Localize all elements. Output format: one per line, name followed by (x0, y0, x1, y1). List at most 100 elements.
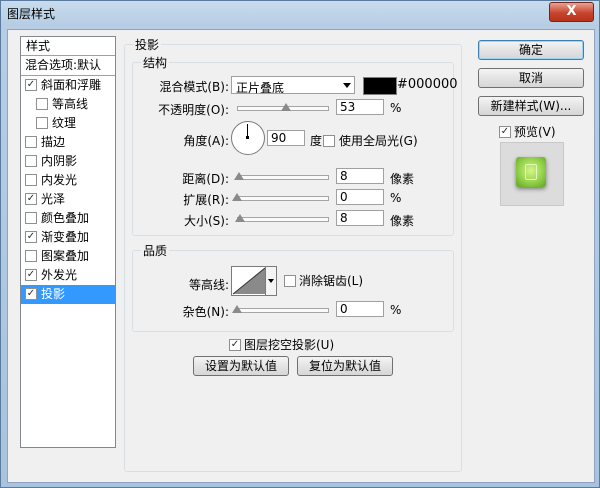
style-item-contour[interactable]: 等高线 (21, 95, 115, 114)
style-item-label: 斜面和浮雕 (41, 78, 102, 92)
style-preview (500, 142, 564, 206)
noise-input[interactable]: 0 (336, 301, 384, 317)
style-item-label: 渐变叠加 (41, 230, 90, 244)
slider-track (237, 308, 329, 313)
style-item-label: 外发光 (41, 268, 78, 282)
style-item-gradient-overlay[interactable]: ✓ 渐变叠加 (21, 228, 115, 247)
quality-group: 品质 等高线: 消除锯齿(L) 杂色(N): 0 % (132, 242, 454, 332)
slider-thumb[interactable] (232, 193, 242, 201)
color-overlay-checkbox[interactable] (25, 211, 37, 224)
structure-group-title: 结构 (141, 54, 170, 71)
style-item-label: 描边 (41, 135, 66, 149)
close-button[interactable]: X (549, 2, 594, 22)
size-unit: 像素 (390, 214, 415, 228)
dialog-client-area: 样式 混合选项:默认 ✓ 斜面和浮雕 等高线 纹理 描边 内阴影 内发光 ✓ 光… (7, 29, 595, 483)
style-item-label: 混合选项:默认 (25, 58, 102, 72)
ok-button[interactable]: 确定 (478, 40, 584, 60)
style-item-label: 内发光 (41, 173, 78, 187)
inner-glow-checkbox[interactable] (25, 173, 37, 186)
opacity-slider[interactable] (237, 103, 329, 112)
style-item-color-overlay[interactable]: 颜色叠加 (21, 209, 115, 228)
style-item-inner-glow[interactable]: 内发光 (21, 171, 115, 190)
opacity-value: 53 (340, 100, 356, 114)
contour-checkbox[interactable] (36, 97, 48, 110)
contour-dropdown-button[interactable] (265, 266, 277, 296)
global-light-checkbox[interactable] (323, 135, 335, 147)
noise-label: 杂色(N): (182, 305, 229, 319)
make-default-button[interactable]: 设置为默认值 (193, 356, 289, 376)
distance-label: 距离(D): (182, 172, 229, 186)
reset-default-button[interactable]: 复位为默认值 (297, 356, 393, 376)
slider-track (237, 196, 329, 201)
blend-mode-label: 混合模式(B): (159, 80, 229, 94)
drop-shadow-group-title: 投影 (133, 36, 162, 53)
angle-label: 角度(A): (183, 134, 229, 148)
angle-value: 90 (271, 131, 287, 145)
satin-checkbox[interactable]: ✓ (25, 192, 37, 205)
quality-group-title: 品质 (141, 242, 170, 259)
opacity-unit: % (390, 101, 402, 115)
spread-unit: % (390, 191, 402, 205)
distance-input[interactable]: 8 (336, 168, 384, 184)
angle-unit: 度 (310, 134, 323, 148)
spread-value: 0 (340, 190, 348, 204)
slider-thumb[interactable] (281, 103, 291, 111)
style-item-inner-shadow[interactable]: 内阴影 (21, 152, 115, 171)
size-input[interactable]: 8 (336, 210, 384, 226)
styles-list: 样式 混合选项:默认 ✓ 斜面和浮雕 等高线 纹理 描边 内阴影 内发光 ✓ 光… (20, 36, 116, 448)
bevel-emboss-checkbox[interactable]: ✓ (25, 78, 37, 91)
slider-thumb[interactable] (235, 214, 245, 222)
style-item-pattern-overlay[interactable]: 图案叠加 (21, 247, 115, 266)
structure-group: 结构 混合模式(B): 正片叠底 #000000 不透明度(O): 53 % 角… (132, 54, 458, 236)
new-style-button[interactable]: 新建样式(W)... (478, 96, 584, 116)
angle-input[interactable]: 90 (267, 130, 305, 146)
style-item-blending-options[interactable]: 混合选项:默认 (21, 56, 115, 76)
style-item-stroke[interactable]: 描边 (21, 133, 115, 152)
texture-checkbox[interactable] (36, 116, 48, 129)
style-item-texture[interactable]: 纹理 (21, 114, 115, 133)
spread-slider[interactable] (232, 193, 329, 202)
size-slider[interactable] (235, 214, 329, 223)
noise-slider[interactable] (232, 305, 329, 314)
outer-glow-checkbox[interactable]: ✓ (25, 268, 37, 281)
layer-style-dialog: 图层样式 X 样式 混合选项:默认 ✓ 斜面和浮雕 等高线 纹理 描边 内阴影 … (0, 0, 600, 488)
contour-picker[interactable] (231, 266, 267, 296)
spread-input[interactable]: 0 (336, 189, 384, 205)
distance-unit: 像素 (390, 172, 415, 186)
slider-thumb[interactable] (234, 172, 244, 180)
size-value: 8 (340, 211, 348, 225)
opacity-label: 不透明度(O): (158, 103, 229, 117)
global-light-label: 使用全局光(G) (339, 134, 418, 148)
distance-value: 8 (340, 169, 348, 183)
inner-shadow-checkbox[interactable] (25, 154, 37, 167)
chevron-down-icon (343, 83, 351, 88)
preview-checkbox[interactable]: ✓ (499, 126, 511, 138)
style-item-label: 纹理 (52, 116, 77, 130)
antialias-label: 消除锯齿(L) (299, 274, 364, 288)
styles-list-header[interactable]: 样式 (21, 37, 115, 56)
slider-thumb[interactable] (232, 305, 242, 313)
shadow-color-swatch[interactable] (363, 77, 397, 95)
preview-swatch (516, 157, 546, 187)
slider-track (237, 175, 329, 180)
gradient-overlay-checkbox[interactable]: ✓ (25, 230, 37, 243)
stroke-checkbox[interactable] (25, 135, 37, 148)
title-bar[interactable]: 图层样式 X (1, 1, 599, 25)
drop-shadow-checkbox[interactable]: ✓ (25, 287, 37, 300)
opacity-input[interactable]: 53 (336, 99, 384, 115)
style-item-outer-glow[interactable]: ✓ 外发光 (21, 266, 115, 285)
noise-value: 0 (340, 302, 348, 316)
blend-mode-select[interactable]: 正片叠底 (231, 76, 355, 95)
antialias-checkbox[interactable] (284, 275, 296, 287)
distance-slider[interactable] (234, 172, 329, 181)
style-item-drop-shadow[interactable]: ✓ 投影 (21, 285, 115, 304)
knockout-label: 图层挖空投影(U) (244, 338, 335, 352)
style-item-bevel-emboss[interactable]: ✓ 斜面和浮雕 (21, 76, 115, 95)
cancel-button[interactable]: 取消 (478, 68, 584, 88)
style-item-satin[interactable]: ✓ 光泽 (21, 190, 115, 209)
angle-hub (246, 136, 249, 139)
close-icon: X (566, 4, 577, 19)
pattern-overlay-checkbox[interactable] (25, 249, 37, 262)
angle-dial[interactable] (231, 121, 265, 155)
knockout-checkbox[interactable]: ✓ (229, 339, 241, 351)
